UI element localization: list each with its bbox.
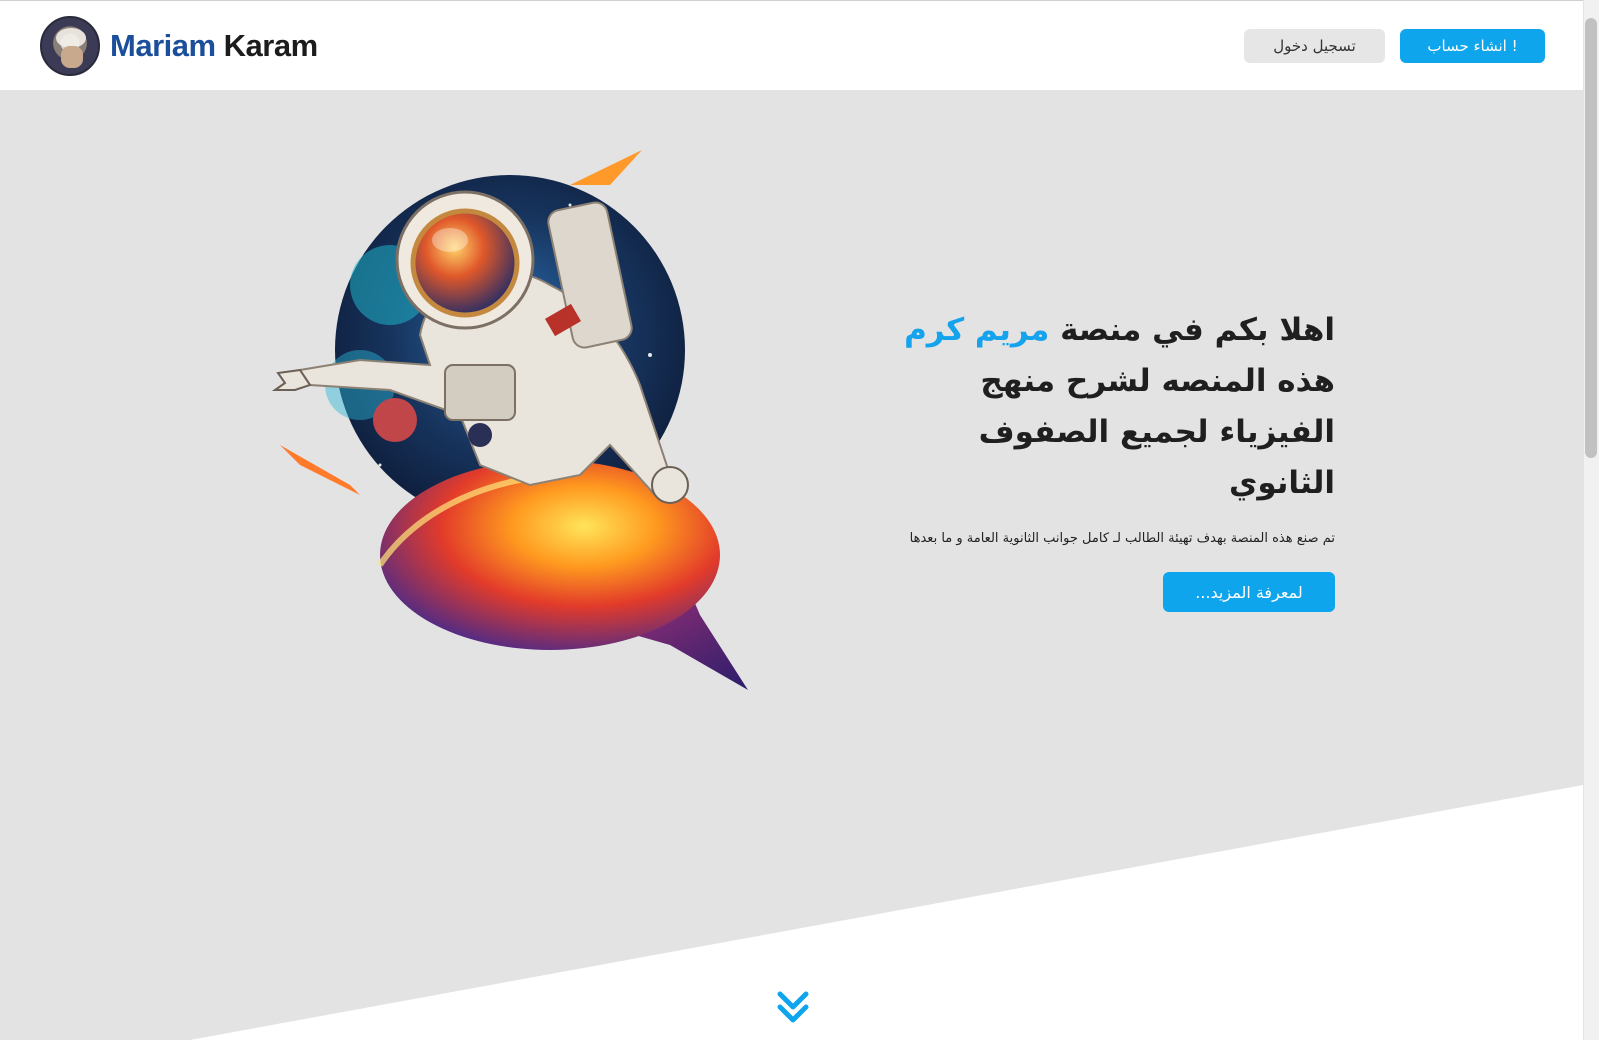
avatar [40, 16, 100, 76]
brand-first-name: Mariam [110, 28, 216, 63]
hero-title-highlight: مريم كرم [904, 312, 1050, 348]
brand[interactable]: Mariam Karam [40, 16, 318, 76]
astronaut-illustration [270, 145, 760, 700]
learn-more-button[interactable]: لمعرفة المزيد... [1163, 572, 1335, 612]
page: Mariam Karam تسجيل دخول انشاء حساب ! اهل… [0, 0, 1599, 1040]
hero-text: اهلا بكم في منصة مريم كرم هذه المنصه لشر… [865, 305, 1335, 612]
hero-title: اهلا بكم في منصة مريم كرم هذه المنصه لشر… [865, 305, 1335, 509]
double-chevron-down-icon[interactable] [777, 990, 809, 1024]
login-button[interactable]: تسجيل دخول [1244, 29, 1385, 63]
hero-background [0, 90, 1583, 1040]
hero-title-part1: اهلا بكم في منصة [1060, 312, 1335, 348]
header-actions: تسجيل دخول انشاء حساب ! [1244, 29, 1545, 63]
hero-title-part2: هذه المنصه لشرح منهج الفيزياء لجميع الصف… [978, 363, 1335, 501]
brand-name: Mariam Karam [110, 28, 318, 64]
signup-button[interactable]: انشاء حساب ! [1400, 29, 1545, 63]
page-scrollbar[interactable] [1583, 0, 1599, 1040]
brand-last-name: Karam [223, 28, 319, 63]
site-header: Mariam Karam تسجيل دخول انشاء حساب ! [0, 0, 1583, 90]
scrollbar-thumb[interactable] [1585, 18, 1597, 458]
hero-subtitle: تم صنع هذه المنصة بهدف تهيئة الطالب لـ ك… [909, 531, 1335, 546]
